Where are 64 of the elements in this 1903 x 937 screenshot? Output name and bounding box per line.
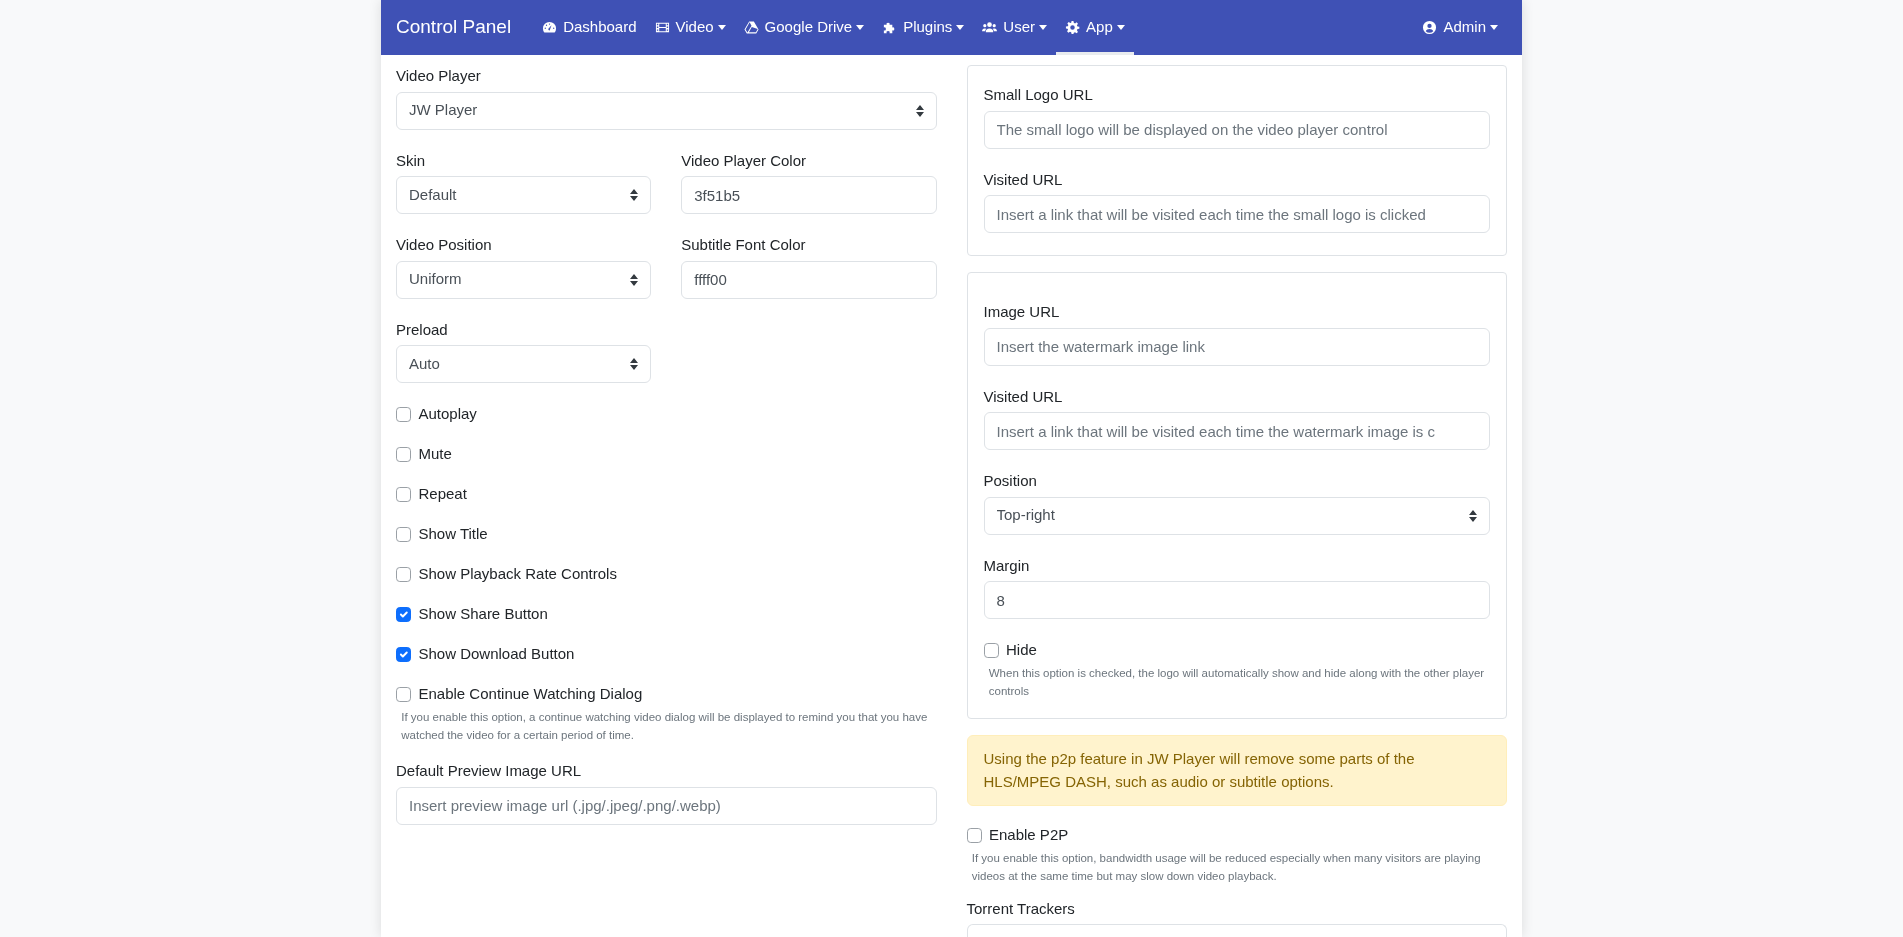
checkbox[interactable] — [396, 446, 411, 462]
checkbox[interactable] — [396, 606, 411, 622]
user-menu[interactable]: Admin — [1413, 0, 1507, 55]
field-label: Visited URL — [983, 386, 1063, 407]
field-label: Visited URL — [983, 169, 1063, 190]
field-label: Video Position — [396, 235, 492, 255]
gauge-icon — [542, 20, 558, 35]
film-icon — [654, 20, 670, 35]
checkbox[interactable] — [396, 406, 411, 422]
dropdown-select[interactable]: Top-right — [983, 496, 1490, 535]
app-brand[interactable]: Control Panel — [396, 13, 512, 42]
field-label: Video Player — [396, 66, 481, 86]
input-field[interactable]: Insert a link that will be visited each time the small logo is clicked — [983, 195, 1490, 233]
field-label: Small Logo URL — [983, 85, 1093, 105]
input-field[interactable]: Insert the watermark image link — [983, 327, 1490, 366]
checkbox-label[interactable]: Hide — [1006, 639, 1037, 662]
input-field[interactable]: The small logo will be displayed on the video player control — [983, 110, 1490, 149]
triangle-icon — [743, 20, 759, 35]
checkbox[interactable] — [396, 686, 411, 702]
checkbox-label[interactable]: Mute — [418, 443, 452, 466]
input-field[interactable]: 3f51b5 — [681, 176, 937, 214]
dropdown-select[interactable]: Default — [396, 176, 652, 214]
nav-link[interactable]: App — [1056, 0, 1134, 55]
checkbox-label[interactable]: Show Share Button — [418, 603, 548, 626]
help-text: When this option is checked, the logo will automatically show and hide along with the other player controls — [988, 665, 1486, 699]
checkbox[interactable] — [396, 566, 411, 582]
field-label: Default Preview Image URL — [396, 761, 582, 782]
field-label: Position — [983, 471, 1037, 491]
checkbox-label[interactable]: Repeat — [418, 483, 467, 506]
input-field[interactable]: ffff00 — [681, 260, 937, 299]
input-field[interactable]: Insert a link that will be visited each time the watermark image is c — [983, 412, 1490, 450]
nav-link[interactable]: Google Drive — [734, 0, 874, 55]
input-field[interactable]: 8 — [983, 581, 1490, 619]
field-label: Subtitle Font Color — [681, 235, 806, 255]
input-field[interactable]: Insert preview image url (.jpg/.jpeg/.png/.webp) — [396, 786, 937, 825]
dropdown-select[interactable]: Uniform — [396, 260, 652, 299]
checkbox[interactable] — [966, 828, 982, 844]
checkbox-label[interactable]: Autoplay — [418, 403, 477, 426]
warning-alert: Using the p2p feature in JW Player will remove some parts of the HLS/MPEG DASH, such as audio or subtitle options. — [966, 735, 1507, 807]
nav-link[interactable]: Video — [645, 0, 735, 55]
nav-link[interactable]: Plugins — [873, 0, 974, 55]
dropdown-select[interactable]: Auto — [396, 345, 652, 383]
checkbox-label[interactable]: Enable Continue Watching Dialog — [418, 683, 643, 706]
field-label: Skin — [396, 150, 426, 171]
field-label: Image URL — [983, 302, 1060, 322]
checkbox-label[interactable]: Show Playback Rate Controls — [418, 563, 617, 586]
dropdown-select[interactable]: JW Player — [396, 91, 937, 130]
nav-link[interactable]: User — [973, 0, 1057, 55]
field-label: Preload — [396, 319, 448, 340]
field-label: Torrent Trackers — [966, 898, 1075, 919]
field-label: Margin — [983, 555, 1030, 576]
checkbox[interactable] — [396, 486, 411, 502]
checkbox-label[interactable]: Show Download Button — [418, 643, 575, 666]
nav-link[interactable]: Dashboard — [533, 0, 646, 55]
field-label: Video Player Color — [681, 150, 807, 171]
help-text: If you enable this option, a continue watching video dialog will be displayed to remind you that you have watched the video for a certain period of time. — [401, 709, 929, 743]
help-text: If you enable this option, bandwidth usage will be reduced especially when many visitors are playing videos at the same time but may slow down video playback. — [971, 850, 1482, 885]
checkbox-label[interactable]: Show Title — [418, 523, 488, 546]
users-icon — [982, 20, 998, 35]
checkbox[interactable] — [396, 526, 411, 542]
checkbox-label[interactable]: Enable P2P — [989, 824, 1069, 847]
gear-icon — [1065, 20, 1081, 35]
checkbox[interactable] — [983, 642, 999, 658]
checkbox[interactable] — [396, 646, 411, 662]
